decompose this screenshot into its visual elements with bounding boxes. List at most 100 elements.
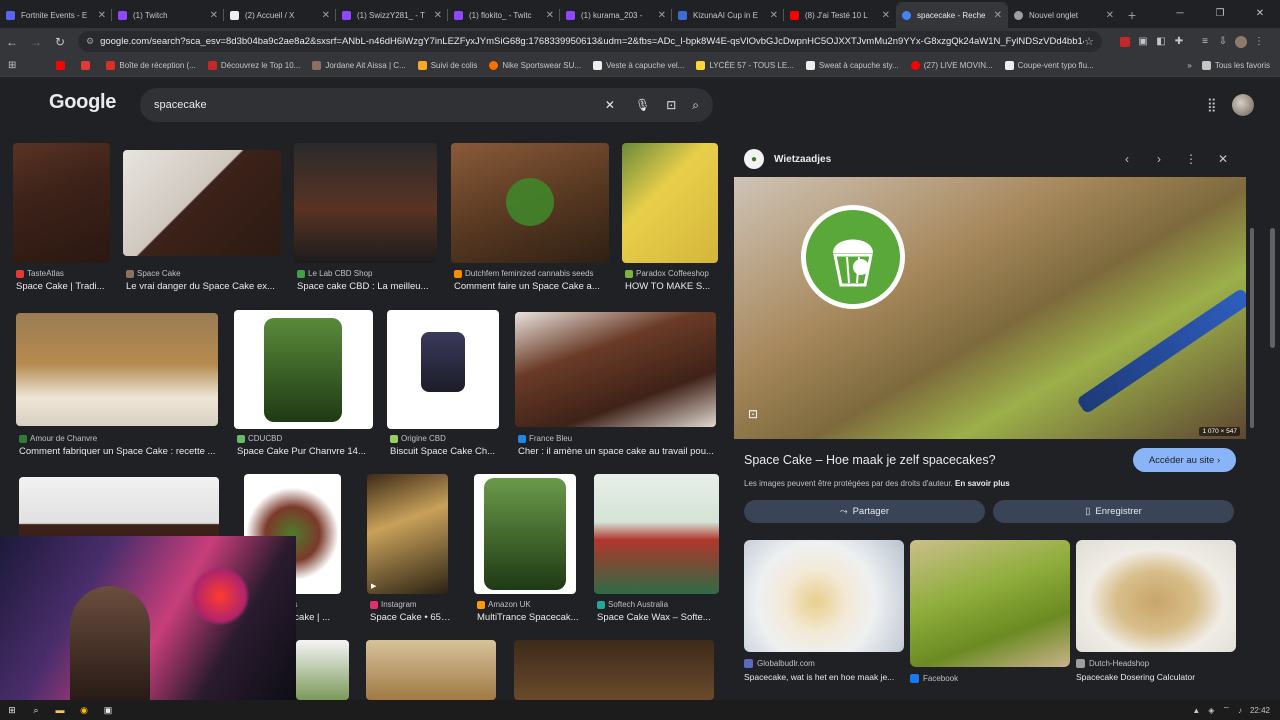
browser-tab[interactable]: (8) J'ai Testé 10 L ✕: [784, 2, 896, 28]
image-result[interactable]: Amazon UK MultiTrance Spacecak...: [474, 474, 579, 624]
new-tab-button[interactable]: +: [1120, 2, 1144, 28]
bookmark-item[interactable]: Coupe-vent typo flu...: [1004, 61, 1094, 70]
apps-grid-icon[interactable]: ⊞: [8, 60, 16, 71]
browser-tab[interactable]: (1) kurama_203 - ✕: [560, 2, 672, 28]
minimize-icon[interactable]: ─: [1160, 0, 1200, 28]
image-result[interactable]: CDUCBD Space Cake Pur Chanvre 14...: [234, 310, 374, 460]
image-result[interactable]: [366, 640, 497, 700]
back-arrow-icon[interactable]: ←: [0, 35, 24, 49]
result-title[interactable]: Space Cake • 655...: [370, 612, 451, 623]
image-result[interactable]: France Bleu Cher : il amène un space cak…: [515, 310, 717, 460]
extension-icon[interactable]: ▣: [1134, 33, 1152, 51]
close-icon[interactable]: ✕: [770, 10, 778, 21]
windows-start-icon[interactable]: ⊞: [0, 705, 24, 716]
more-options-icon[interactable]: ⋮: [1175, 152, 1207, 166]
chevron-left-icon[interactable]: ‹: [1111, 152, 1143, 166]
related-thumbnail[interactable]: [1076, 540, 1236, 652]
result-title[interactable]: Space cake CBD : La meilleu...: [297, 281, 437, 292]
browser-tab[interactable]: (2) Accueil / X ✕: [224, 2, 336, 28]
result-source[interactable]: Instagram: [370, 600, 451, 609]
profile-avatar-icon[interactable]: [1232, 33, 1250, 51]
result-title[interactable]: HOW TO MAKE S...: [625, 281, 721, 292]
preview-image[interactable]: ⊡ 1 070 × 547: [734, 177, 1246, 439]
close-icon[interactable]: ✕: [1207, 152, 1239, 166]
related-title[interactable]: Spacecake, wat is het en hoe maak je...: [744, 672, 904, 682]
lens-search-icon[interactable]: ⊡: [748, 407, 758, 421]
bookmark-item[interactable]: Veste à capuche vel...: [593, 61, 684, 70]
result-thumbnail[interactable]: [123, 150, 281, 256]
result-source[interactable]: Space Cake: [126, 269, 284, 278]
result-source[interactable]: es: [289, 600, 339, 609]
result-thumbnail[interactable]: [13, 143, 110, 263]
address-bar[interactable]: ⚙ google.com/search?sca_esv=8d3b04ba9c2a…: [78, 31, 1102, 52]
image-result[interactable]: ▶ Instagram Space Cake • 655...: [367, 474, 451, 624]
result-thumbnail[interactable]: [474, 474, 576, 594]
chrome-icon[interactable]: ◉: [72, 705, 96, 716]
bookmark-item[interactable]: Découvrez le Top 10...: [207, 61, 300, 70]
panel-scrollbar[interactable]: [1250, 228, 1254, 428]
related-thumbnail[interactable]: [910, 540, 1070, 667]
browser-tab[interactable]: KizunaAI Cup in E ✕: [672, 2, 784, 28]
result-title[interactable]: Cher : il amène un space cake au travail…: [518, 446, 718, 457]
network-icon[interactable]: ⌔: [1222, 705, 1230, 715]
result-source[interactable]: France Bleu: [518, 434, 718, 443]
reload-icon[interactable]: ↻: [48, 35, 72, 49]
result-thumbnail[interactable]: [387, 310, 499, 429]
bookmark-star-icon[interactable]: ☆: [1084, 35, 1094, 48]
google-logo[interactable]: Google: [49, 91, 116, 114]
browser-tab[interactable]: (1) Twitch ✕: [112, 2, 224, 28]
related-source[interactable]: Facebook: [910, 674, 1070, 683]
bookmark-item[interactable]: Nike Sportswear SU...: [489, 61, 581, 70]
result-title[interactable]: Space Cake | Tradi...: [16, 281, 113, 292]
related-source[interactable]: Dutch-Headshop: [1076, 659, 1236, 668]
visit-site-button[interactable]: Accéder au site ›: [1133, 448, 1236, 472]
search-icon[interactable]: ⌕: [692, 98, 699, 113]
result-thumbnail[interactable]: [16, 313, 218, 426]
page-scrollbar[interactable]: [1270, 228, 1275, 348]
clock[interactable]: 22:42: [1250, 706, 1270, 715]
result-title[interactable]: Space Cake Wax – Softe...: [597, 612, 722, 623]
lens-icon[interactable]: ⊡: [666, 98, 676, 112]
result-thumbnail[interactable]: [515, 312, 716, 427]
chevron-right-icon[interactable]: ›: [1143, 152, 1175, 166]
preview-title[interactable]: Space Cake – Hoe maak je zelf spacecakes…: [744, 453, 996, 467]
app-icon[interactable]: ▣: [96, 705, 120, 716]
image-result[interactable]: [514, 640, 715, 700]
result-thumbnail[interactable]: ▶: [367, 474, 448, 594]
all-bookmarks-folder[interactable]: Tous les favoris: [1201, 61, 1270, 70]
image-result[interactable]: Le Lab CBD Shop Space cake CBD : La meil…: [294, 143, 438, 293]
media-controls-icon[interactable]: ≡: [1196, 33, 1214, 51]
related-image[interactable]: Facebook: [910, 540, 1070, 683]
image-result[interactable]: Softech Australia Space Cake Wax – Softe…: [594, 474, 720, 624]
result-source[interactable]: Softech Australia: [597, 600, 722, 609]
result-title[interactable]: Comment faire un Space Cake a...: [454, 281, 612, 292]
related-title[interactable]: Spacecake Dosering Calculator: [1076, 672, 1236, 682]
bookmark-item[interactable]: Jordane Ait Aissa | C...: [312, 61, 406, 70]
close-icon[interactable]: ✕: [658, 10, 666, 21]
result-thumbnail[interactable]: [622, 143, 718, 263]
image-result[interactable]: Paradox Coffeeshop HOW TO MAKE S...: [622, 143, 720, 293]
result-thumbnail[interactable]: [296, 640, 349, 700]
result-title[interactable]: Comment fabriquer un Space Cake : recett…: [19, 446, 221, 457]
browser-tab[interactable]: Nouvel onglet ✕: [1008, 2, 1120, 28]
close-icon[interactable]: ✕: [322, 10, 330, 21]
result-title[interactable]: MultiTrance Spacecak...: [477, 612, 579, 623]
result-thumbnail[interactable]: [514, 640, 714, 700]
chrome-menu-icon[interactable]: ⋮: [1250, 33, 1268, 51]
bookmark-item[interactable]: (27) LIVE MOVIN...: [910, 61, 993, 70]
share-button[interactable]: ⤳ Partager: [744, 500, 985, 523]
result-thumbnail[interactable]: [451, 143, 609, 263]
close-icon[interactable]: ✕: [98, 10, 106, 21]
volume-icon[interactable]: ♪: [1238, 706, 1242, 715]
save-button[interactable]: ▯ Enregistrer: [993, 500, 1234, 523]
search-box[interactable]: spacecake ✕ 🎙 ⊡ ⌕: [140, 88, 713, 122]
browser-tab[interactable]: Fortnite Events - E ✕: [0, 2, 112, 28]
result-source[interactable]: Le Lab CBD Shop: [297, 269, 440, 278]
result-source[interactable]: Dutchfem feminized cannabis seeds: [454, 269, 612, 278]
extensions-puzzle-icon[interactable]: ✚: [1170, 33, 1188, 51]
result-thumbnail[interactable]: [294, 143, 437, 263]
result-title[interactable]: ecake | ...: [289, 612, 339, 623]
browser-tab[interactable]: (1) flokito_ - Twitc ✕: [448, 2, 560, 28]
result-source[interactable]: Amazon UK: [477, 600, 579, 609]
image-result[interactable]: Origine CBD Biscuit Space Cake Ch...: [387, 310, 500, 460]
